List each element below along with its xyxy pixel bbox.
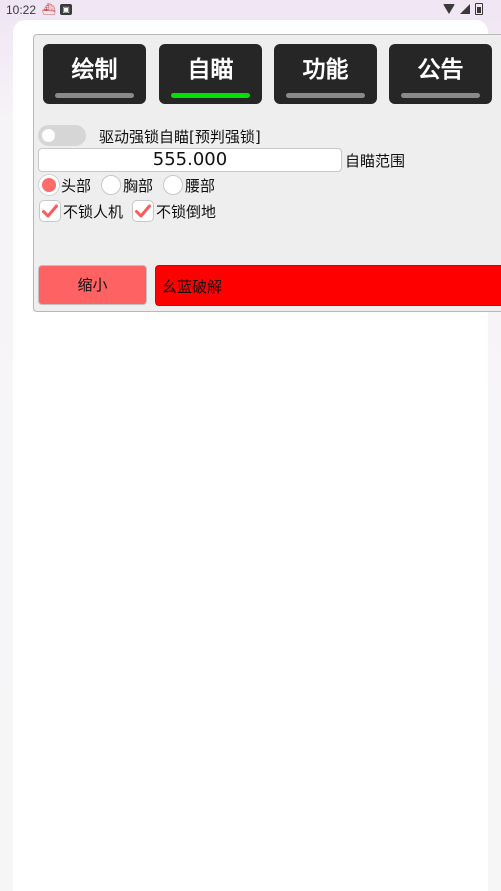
no-lock-bots-label: 不锁人机 xyxy=(63,202,124,221)
target-head-radio[interactable] xyxy=(39,175,59,195)
tab-notice[interactable]: 公告 xyxy=(389,44,492,104)
target-waist-radio[interactable] xyxy=(163,175,183,195)
target-head-label: 头部 xyxy=(61,176,92,195)
no-lock-bots-option[interactable]: 不锁人机 xyxy=(39,199,123,223)
aim-range-input[interactable] xyxy=(38,148,342,172)
tab-aimbot-indicator xyxy=(171,93,250,98)
tab-notice-indicator xyxy=(401,93,480,98)
cheat-menu-panel: 绘制 自瞄 功能 公告 驱动强锁自瞄[预判强锁] 自瞄范围 头部 胸部 腰部 不… xyxy=(33,34,501,312)
checkmark-icon xyxy=(135,204,151,218)
driver-lock-toggle[interactable] xyxy=(38,125,86,146)
battery-icon xyxy=(475,3,483,15)
checkmark-icon xyxy=(42,204,58,218)
notification-gallery-icon: ▣ xyxy=(60,4,72,15)
no-lock-downed-label: 不锁倒地 xyxy=(156,202,217,221)
driver-lock-label: 驱动强锁自瞄[预判强锁] xyxy=(99,128,261,146)
tab-draw-indicator xyxy=(55,93,134,98)
status-bar: 10:22 ⛴ ▣ xyxy=(0,0,501,20)
no-lock-bots-checkbox[interactable] xyxy=(39,200,61,222)
shrink-button[interactable]: 缩小 xyxy=(38,265,147,305)
tab-features[interactable]: 功能 xyxy=(274,44,377,104)
target-chest-option[interactable]: 胸部 xyxy=(101,173,153,197)
tab-aimbot-label: 自瞄 xyxy=(187,57,234,83)
credit-banner: 幺蓝破解 xyxy=(155,265,501,306)
tab-aimbot[interactable]: 自瞄 xyxy=(159,44,262,104)
tab-features-label: 功能 xyxy=(302,57,349,83)
target-head-option[interactable]: 头部 xyxy=(39,173,91,197)
signal-icon xyxy=(460,4,470,14)
target-waist-label: 腰部 xyxy=(185,176,216,195)
target-chest-radio[interactable] xyxy=(101,175,121,195)
status-time: 10:22 xyxy=(6,3,37,17)
wifi-icon xyxy=(443,4,455,14)
tab-draw[interactable]: 绘制 xyxy=(43,44,146,104)
notification-app-icon: ⛴ xyxy=(42,4,56,16)
toggle-knob xyxy=(42,129,55,142)
tab-features-indicator xyxy=(286,93,365,98)
tab-draw-label: 绘制 xyxy=(71,57,118,83)
no-lock-downed-checkbox[interactable] xyxy=(132,200,154,222)
credit-banner-text: 幺蓝破解 xyxy=(162,278,223,296)
target-chest-label: 胸部 xyxy=(123,176,154,195)
no-lock-downed-option[interactable]: 不锁倒地 xyxy=(132,199,216,223)
tab-notice-label: 公告 xyxy=(417,57,464,83)
aim-range-label: 自瞄范围 xyxy=(345,152,406,170)
target-waist-option[interactable]: 腰部 xyxy=(163,173,215,197)
